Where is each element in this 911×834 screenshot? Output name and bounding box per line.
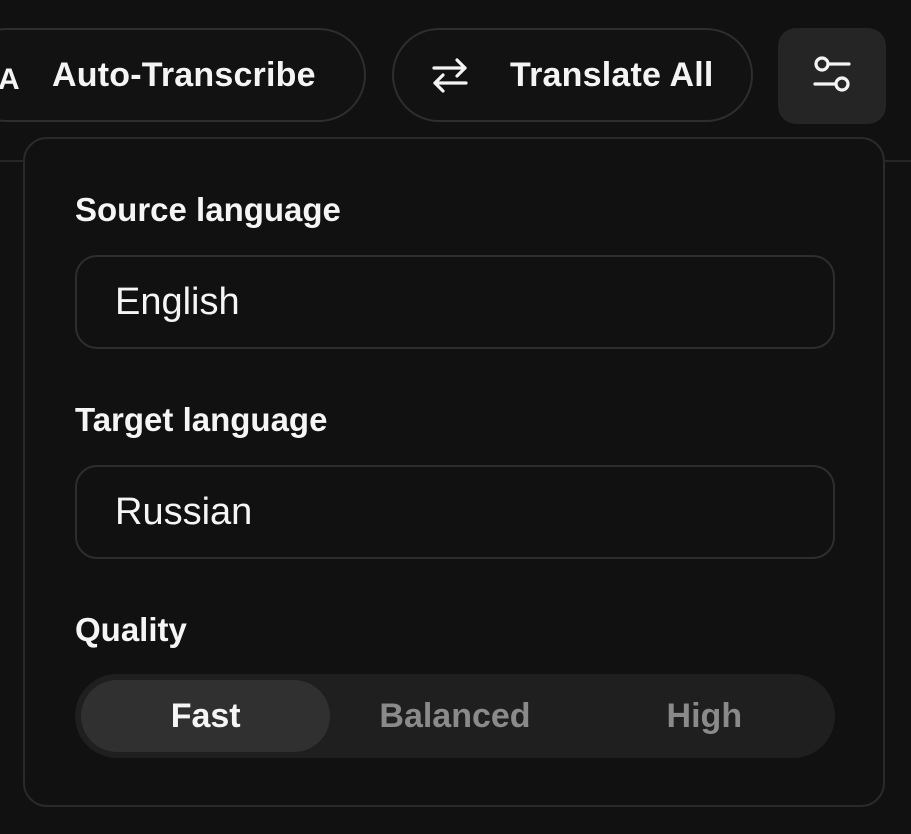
translate-all-label: Translate All [510,55,714,94]
quality-option-high[interactable]: High [580,680,829,752]
source-language-value: English [115,280,240,323]
target-language-field[interactable]: Russian [75,465,835,559]
quality-option-balanced[interactable]: Balanced [330,680,579,752]
settings-toggle-button[interactable] [778,28,886,124]
quality-segmented-control: Fast Balanced High [75,674,835,758]
sliders-icon [812,55,852,97]
text-size-icon: A [0,55,28,95]
translation-settings-panel: Source language English Target language … [23,137,885,807]
app-stage: A Auto-Transcribe Translate All Source l… [0,0,911,834]
quality-option-fast[interactable]: Fast [81,680,331,752]
text-size-icon-glyph: A [0,63,20,95]
auto-transcribe-button[interactable]: A Auto-Transcribe [0,28,366,122]
swap-arrows-icon [430,55,470,95]
quality-label: Quality [75,611,187,648]
source-language-field[interactable]: English [75,255,835,349]
auto-transcribe-label: Auto-Transcribe [52,55,316,94]
target-language-label: Target language [75,401,328,438]
translate-all-button[interactable]: Translate All [392,28,753,122]
target-language-value: Russian [115,490,253,533]
source-language-label: Source language [75,191,341,228]
